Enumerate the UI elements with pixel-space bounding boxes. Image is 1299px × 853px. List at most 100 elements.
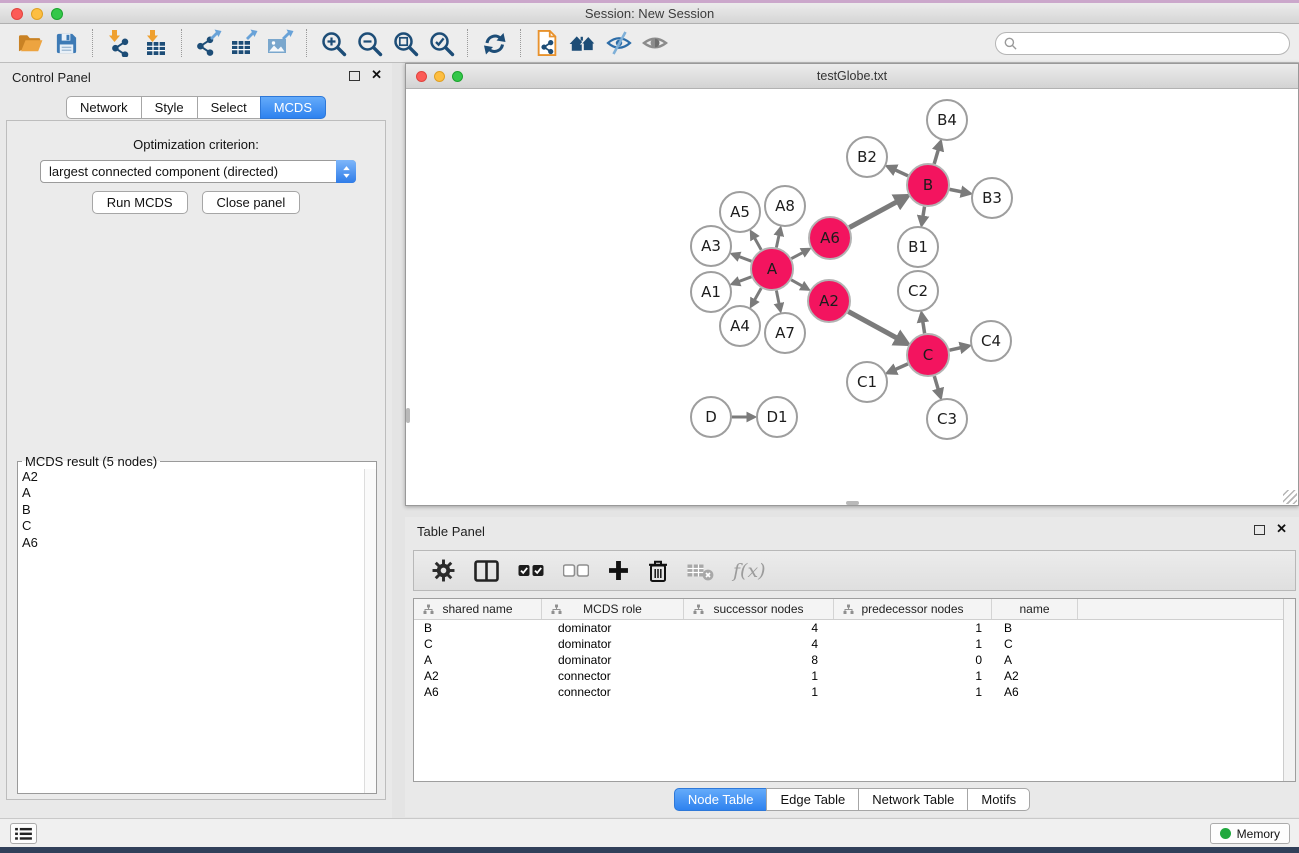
graph-node-A1[interactable]: A1 xyxy=(691,272,731,312)
save-session-button[interactable] xyxy=(48,26,84,60)
tab-edge-table[interactable]: Edge Table xyxy=(766,788,859,811)
network-hscroll-thumb[interactable] xyxy=(846,501,859,505)
graph-edge-A-A2[interactable] xyxy=(791,280,808,290)
result-list-item[interactable]: A6 xyxy=(18,535,376,551)
graph-edge-C-C4[interactable] xyxy=(950,346,969,350)
graph-node-A8[interactable]: A8 xyxy=(765,186,805,226)
result-list-item[interactable]: A xyxy=(18,485,376,501)
new-network-from-selection-button[interactable] xyxy=(529,26,565,60)
export-network-button[interactable] xyxy=(190,26,226,60)
graph-edge-A-A4[interactable] xyxy=(751,288,761,306)
graph-node-C1[interactable]: C1 xyxy=(847,362,887,402)
open-session-button[interactable] xyxy=(12,26,48,60)
close-table-panel-icon[interactable]: ✕ xyxy=(1276,521,1287,537)
run-mcds-button[interactable]: Run MCDS xyxy=(92,191,188,214)
table-settings-button[interactable] xyxy=(432,559,455,582)
table-row[interactable]: C dominator 4 1 C xyxy=(414,636,1295,652)
tab-node-table[interactable]: Node Table xyxy=(674,788,768,811)
result-list-item[interactable]: C xyxy=(18,518,376,534)
refresh-button[interactable] xyxy=(476,26,512,60)
graph-edge-A-A8[interactable] xyxy=(776,229,780,248)
tab-network-table[interactable]: Network Table xyxy=(858,788,968,811)
graph-edge-A-A5[interactable] xyxy=(751,232,761,250)
function-builder-button[interactable]: f(x) xyxy=(733,560,766,582)
criterion-select[interactable]: largest connected component (directed) xyxy=(40,160,356,183)
graph-node-B4[interactable]: B4 xyxy=(927,100,967,140)
graph-node-A7[interactable]: A7 xyxy=(765,313,805,353)
close-panel-icon[interactable]: ✕ xyxy=(371,67,382,83)
graph-edge-B-B4[interactable] xyxy=(934,142,940,164)
graph-edge-A6-B[interactable] xyxy=(849,196,907,227)
graph-node-D1[interactable]: D1 xyxy=(757,397,797,437)
graph-node-A2[interactable]: A2 xyxy=(808,280,850,322)
tab-mcds[interactable]: MCDS xyxy=(260,96,326,119)
task-history-button[interactable] xyxy=(10,823,37,844)
graph-node-C3[interactable]: C3 xyxy=(927,399,967,439)
graph-edge-A-A7[interactable] xyxy=(776,291,780,311)
table-row[interactable]: A6 connector 1 1 A6 xyxy=(414,684,1295,700)
column-header-mcds-role[interactable]: MCDS role xyxy=(542,599,684,619)
graph-node-A5[interactable]: A5 xyxy=(720,192,760,232)
graph-node-A[interactable]: A xyxy=(751,248,793,290)
column-header-successor-nodes[interactable]: successor nodes xyxy=(684,599,834,619)
graph-node-A6[interactable]: A6 xyxy=(809,217,851,259)
graph-node-A4[interactable]: A4 xyxy=(720,306,760,346)
delete-column-button[interactable] xyxy=(648,559,668,583)
delete-table-button[interactable] xyxy=(687,561,714,581)
tab-network[interactable]: Network xyxy=(66,96,142,119)
graph-edge-B-B1[interactable] xyxy=(922,207,925,225)
float-panel-icon[interactable] xyxy=(349,71,360,81)
search-input[interactable] xyxy=(995,32,1290,55)
graph-edge-A-A6[interactable] xyxy=(791,249,808,258)
graph-edge-C-C3[interactable] xyxy=(934,376,940,397)
graph-edge-A2-C[interactable] xyxy=(848,312,907,344)
graph-edge-B-B2[interactable] xyxy=(888,167,908,176)
show-column-panel-button[interactable] xyxy=(474,560,499,582)
zoom-in-button[interactable] xyxy=(315,26,351,60)
graph-edge-C-C2[interactable] xyxy=(922,314,925,334)
table-scrollbar[interactable] xyxy=(1283,599,1295,781)
graph-node-B2[interactable]: B2 xyxy=(847,137,887,177)
graph-node-A3[interactable]: A3 xyxy=(691,226,731,266)
deselect-all-columns-button[interactable] xyxy=(563,564,589,578)
result-list-item[interactable]: B xyxy=(18,502,376,518)
tab-motifs[interactable]: Motifs xyxy=(967,788,1030,811)
table-row[interactable]: A2 connector 1 1 A2 xyxy=(414,668,1295,684)
graph-node-B1[interactable]: B1 xyxy=(898,227,938,267)
hide-selected-button[interactable] xyxy=(601,26,637,60)
graph-node-C2[interactable]: C2 xyxy=(898,271,938,311)
graph-edge-A-A1[interactable] xyxy=(733,277,752,284)
memory-button[interactable]: Memory xyxy=(1210,823,1290,844)
column-header-name[interactable]: name xyxy=(992,599,1078,619)
select-all-columns-button[interactable] xyxy=(518,564,544,578)
column-header-shared-name[interactable]: shared name xyxy=(414,599,542,619)
network-canvas[interactable]: B4 B2 B B3 A5A8A6 B1 A3 A A1 C2 A2 A4A7 C4 C C1 C3 D D1 xyxy=(406,89,1298,505)
tab-style[interactable]: Style xyxy=(141,96,198,119)
graph-node-C[interactable]: C xyxy=(907,334,949,376)
add-column-button[interactable] xyxy=(608,560,629,581)
window-resize-grip[interactable] xyxy=(1283,490,1297,504)
show-hidden-button[interactable] xyxy=(637,26,673,60)
graph-node-B[interactable]: B xyxy=(907,164,949,206)
result-list-item[interactable]: A2 xyxy=(18,469,376,485)
search-text[interactable] xyxy=(1022,37,1281,51)
column-header-predecessor-nodes[interactable]: predecessor nodes xyxy=(834,599,992,619)
import-network-button[interactable] xyxy=(101,26,137,60)
zoom-fit-button[interactable] xyxy=(387,26,423,60)
network-vscroll-thumb[interactable] xyxy=(406,408,410,423)
home-button[interactable] xyxy=(565,26,601,60)
import-table-button[interactable] xyxy=(137,26,173,60)
graph-node-B3[interactable]: B3 xyxy=(972,178,1012,218)
graph-edge-C-C1[interactable] xyxy=(888,364,908,373)
export-image-button[interactable] xyxy=(262,26,298,60)
graph-edge-B-B3[interactable] xyxy=(950,189,970,193)
table-row[interactable]: A dominator 8 0 A xyxy=(414,652,1295,668)
export-table-button[interactable] xyxy=(226,26,262,60)
graph-node-D[interactable]: D xyxy=(691,397,731,437)
tab-select[interactable]: Select xyxy=(197,96,261,119)
result-scrollbar[interactable] xyxy=(364,469,376,793)
graph-edge-A-A3[interactable] xyxy=(733,254,752,261)
graph-node-C4[interactable]: C4 xyxy=(971,321,1011,361)
zoom-selected-button[interactable] xyxy=(423,26,459,60)
zoom-out-button[interactable] xyxy=(351,26,387,60)
